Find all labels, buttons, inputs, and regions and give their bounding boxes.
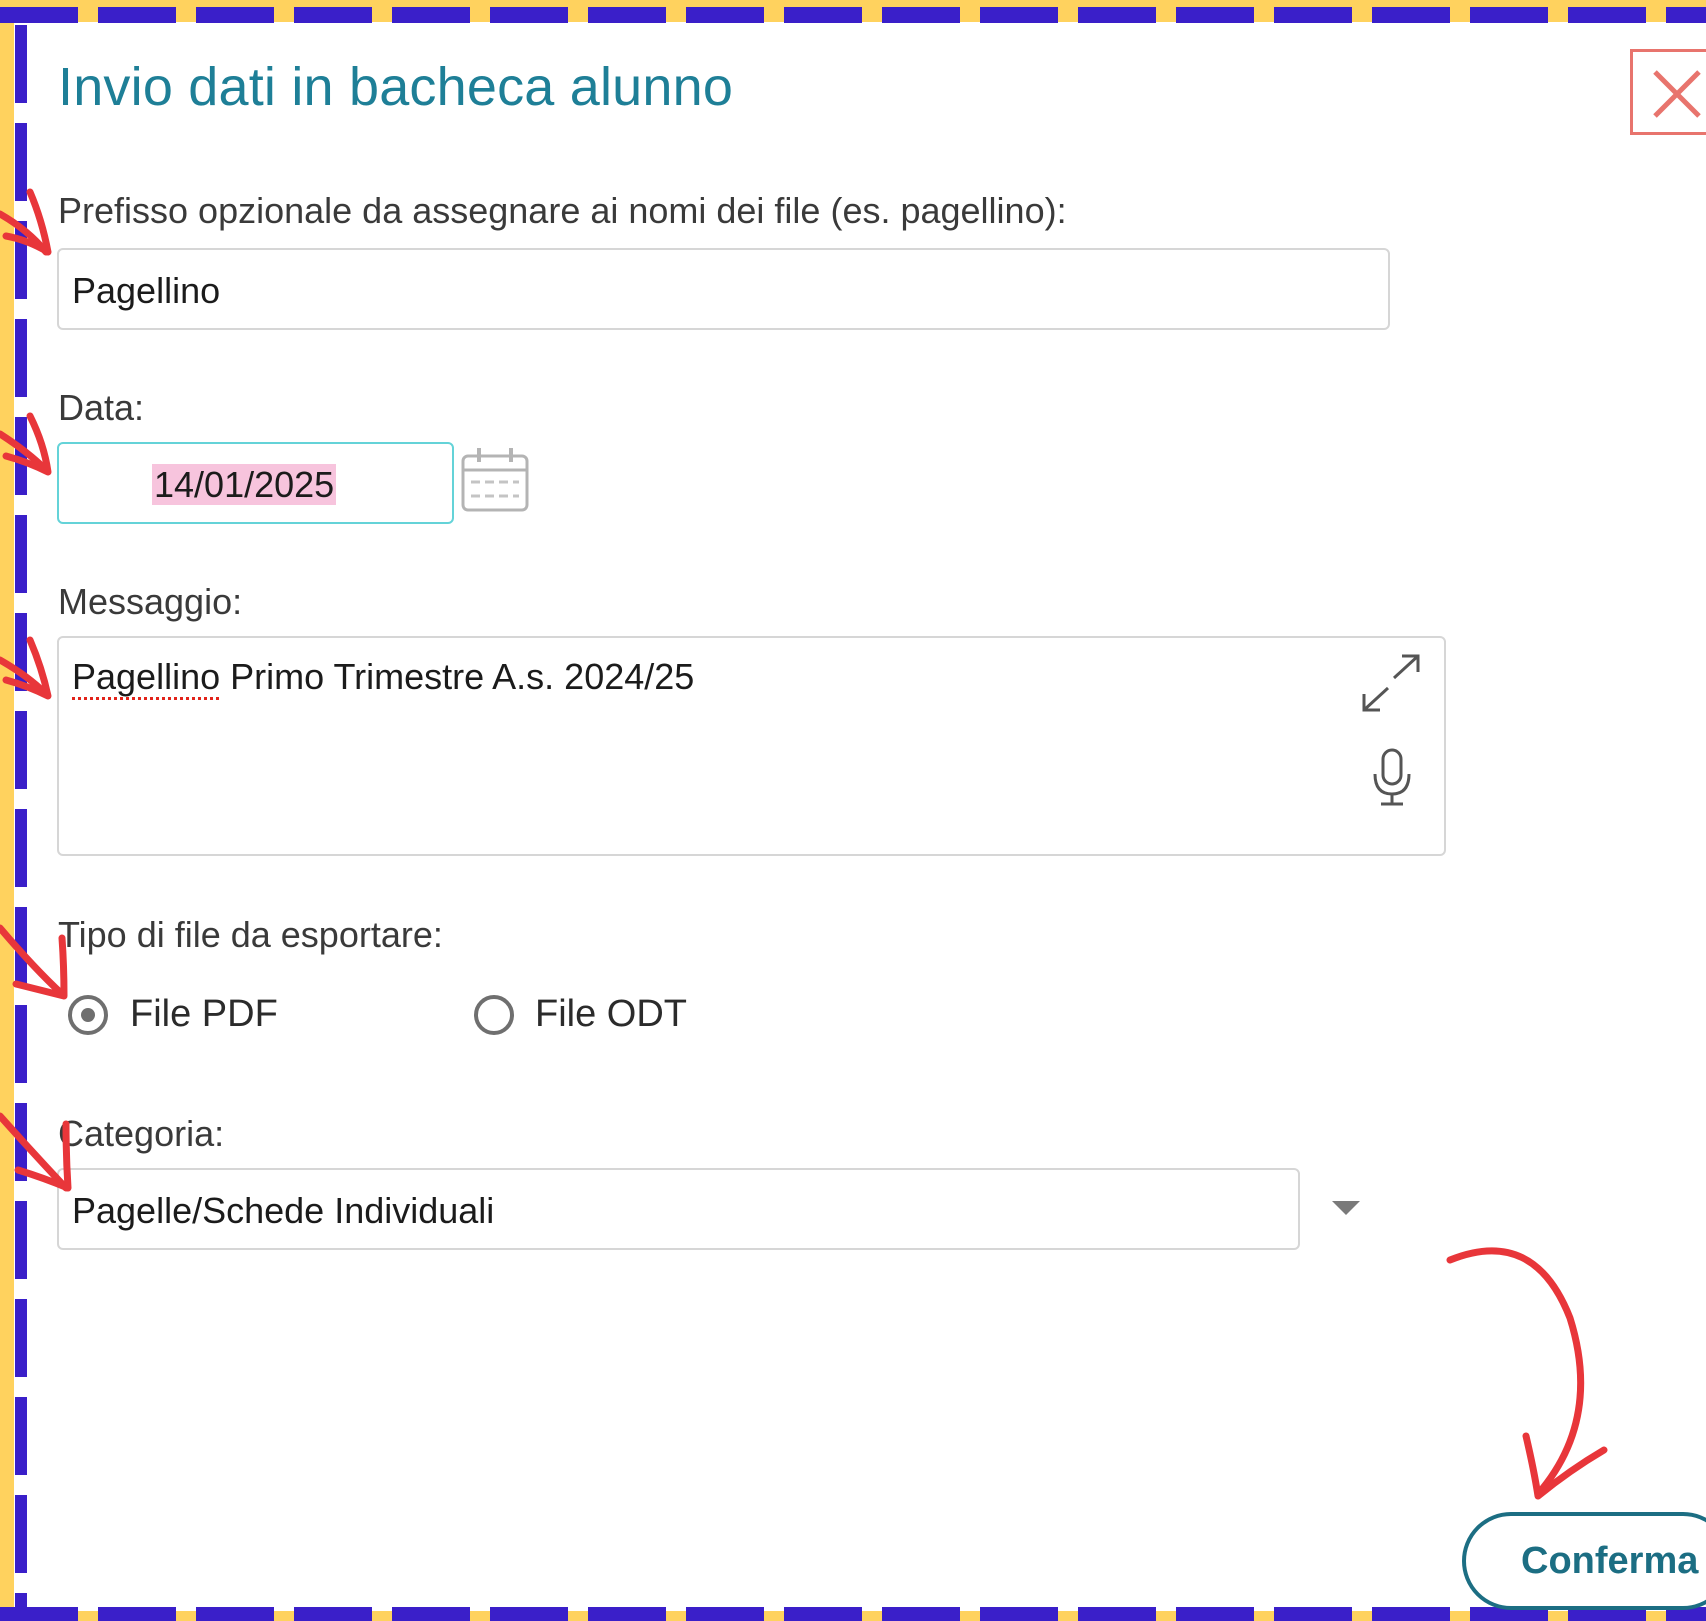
file-type-label: Tipo di file da esportare:: [58, 914, 443, 955]
radio-file-pdf[interactable]: [68, 995, 108, 1035]
prefix-value: Pagellino: [72, 270, 221, 311]
radio-file-odt[interactable]: [474, 995, 514, 1035]
prefix-label: Prefisso opzionale da assegnare ai nomi …: [58, 190, 1067, 231]
radio-file-odt-label[interactable]: File ODT: [535, 993, 687, 1036]
chevron-down-icon[interactable]: [1332, 1201, 1360, 1217]
date-input[interactable]: 14/01/2025: [57, 442, 454, 524]
calendar-icon[interactable]: [459, 446, 531, 514]
dialog-title: Invio dati in bacheca alunno: [58, 57, 734, 117]
date-value: 14/01/2025: [152, 464, 337, 505]
close-icon: [1653, 70, 1701, 118]
microphone-icon[interactable]: [1371, 748, 1413, 808]
message-textarea[interactable]: Pagellino Primo Trimestre A.s. 2024/25: [57, 636, 1446, 856]
confirm-button[interactable]: Conferma: [1462, 1512, 1706, 1610]
category-value: Pagelle/Schede Individuali: [72, 1190, 495, 1231]
prefix-input[interactable]: Pagellino: [57, 248, 1390, 330]
close-button[interactable]: [1630, 49, 1706, 135]
image-frame: Invio dati in bacheca alunno Prefisso op…: [0, 0, 1706, 1621]
message-misspelled-word: Pagellino: [72, 656, 221, 697]
message-value: Pagellino Primo Trimestre A.s. 2024/25: [72, 656, 694, 698]
message-rest: Primo Trimestre A.s. 2024/25: [220, 656, 695, 697]
message-label: Messaggio:: [58, 581, 243, 622]
radio-file-pdf-label[interactable]: File PDF: [130, 993, 278, 1036]
category-select[interactable]: Pagelle/Schede Individuali: [57, 1168, 1300, 1250]
date-label: Data:: [58, 387, 145, 428]
confirm-button-label: Conferma: [1521, 1540, 1699, 1582]
expand-icon[interactable]: [1360, 652, 1424, 714]
category-label: Categoria:: [58, 1113, 225, 1154]
